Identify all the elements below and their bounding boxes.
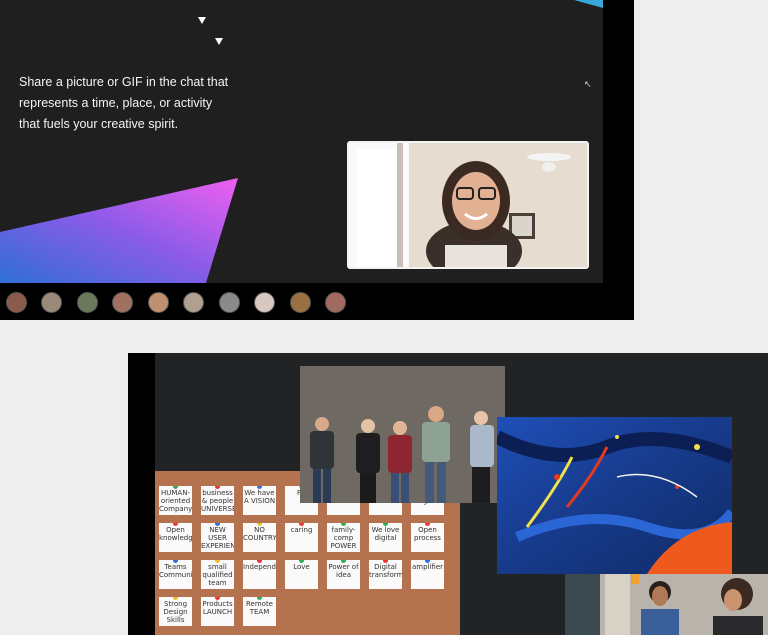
sticky-note-text: Independent [243, 563, 276, 571]
sticky-note: Teams Community [159, 560, 192, 589]
sticky-note-text: business & people UNIVERSE [201, 489, 234, 513]
team-photo-image [300, 366, 505, 503]
sticky-note-text: Power of idea [328, 563, 359, 579]
sticky-note-text: Products LAUNCH [202, 600, 233, 616]
slide-prompt-text: Share a picture or GIF in the chat that … [19, 75, 229, 131]
sticky-note-text: family-comp POWER [330, 526, 357, 550]
sticky-note-text: Remote TEAM [245, 600, 273, 616]
shared-slide: Share a picture or GIF in the chat that … [0, 0, 603, 283]
sticky-note-text: Love [293, 563, 310, 571]
speaker-video-frame [349, 143, 587, 267]
sticky-note: Strong Design Skills [159, 597, 192, 626]
sticky-note-text: amplifier [411, 563, 444, 571]
participant-avatar[interactable] [41, 292, 62, 313]
sticky-note-text: NO COUNTRY [243, 526, 276, 542]
sticky-note: Open knowledge [159, 523, 192, 552]
sticky-note-text: Strong Design Skills [163, 600, 188, 624]
participant-avatar[interactable] [112, 292, 133, 313]
sticky-note: family-comp POWER [327, 523, 360, 552]
sticky-note: caring [285, 523, 318, 552]
sticky-note: Products LAUNCH [201, 597, 234, 626]
sticky-note: HUMAN-oriented Company [159, 486, 192, 515]
sticky-note: small qualified team [201, 560, 234, 589]
participant-avatar[interactable] [148, 292, 169, 313]
mouse-cursor-icon: ↖ [584, 79, 592, 89]
coworkers-image [565, 574, 768, 635]
participant-avatar[interactable] [254, 292, 275, 313]
sticky-note: Remote TEAM [243, 597, 276, 626]
sticky-note-text: HUMAN-oriented Company [159, 489, 192, 513]
sticky-note-text: Open knowledge [159, 526, 192, 542]
photo-abstract-painting[interactable] [497, 417, 732, 574]
participant-avatar[interactable] [183, 292, 204, 313]
sticky-note-text: Teams Community [159, 563, 192, 579]
photo-coworkers-laptop[interactable] [565, 574, 768, 635]
sticky-note: NO COUNTRY [243, 523, 276, 552]
participant-strip [0, 287, 603, 316]
slide-triangle-marker [198, 17, 206, 24]
participant-avatar[interactable] [6, 292, 27, 313]
sticky-note-text: We love digital [371, 526, 400, 542]
sticky-note-text: NEW USER EXPERIENCE [201, 526, 234, 550]
sticky-note: NEW USER EXPERIENCE [201, 523, 234, 552]
sticky-note-text: We have A VISION [243, 489, 276, 505]
photo-team-group[interactable] [300, 366, 505, 503]
participant-avatar[interactable] [290, 292, 311, 313]
participant-avatar[interactable] [325, 292, 346, 313]
video-call-window: Share a picture or GIF in the chat that … [0, 0, 634, 320]
sticky-note: Open process [411, 523, 444, 552]
sticky-note-text: Open process [414, 526, 441, 542]
participant-avatar[interactable] [77, 292, 98, 313]
sticky-note-text: small qualified team [202, 563, 233, 587]
self-view-video[interactable] [347, 141, 589, 269]
sticky-note: We have A VISION [243, 486, 276, 515]
painting-image [497, 417, 732, 574]
sticky-note: Love [285, 560, 318, 589]
chat-image-collage: HUMAN-oriented Company business & people … [128, 353, 768, 635]
sticky-note: Power of idea [327, 560, 360, 589]
sticky-note: Independent [243, 560, 276, 589]
sticky-note: Digital transformation [369, 560, 402, 589]
sticky-note: We love digital [369, 523, 402, 552]
slide-triangle-marker [215, 38, 223, 45]
sticky-note: business & people UNIVERSE [201, 486, 234, 515]
sticky-note: amplifier [411, 560, 444, 589]
sticky-note-text: caring [290, 526, 313, 534]
sticky-note-text: Digital transformation [369, 563, 402, 579]
participant-avatar[interactable] [219, 292, 240, 313]
